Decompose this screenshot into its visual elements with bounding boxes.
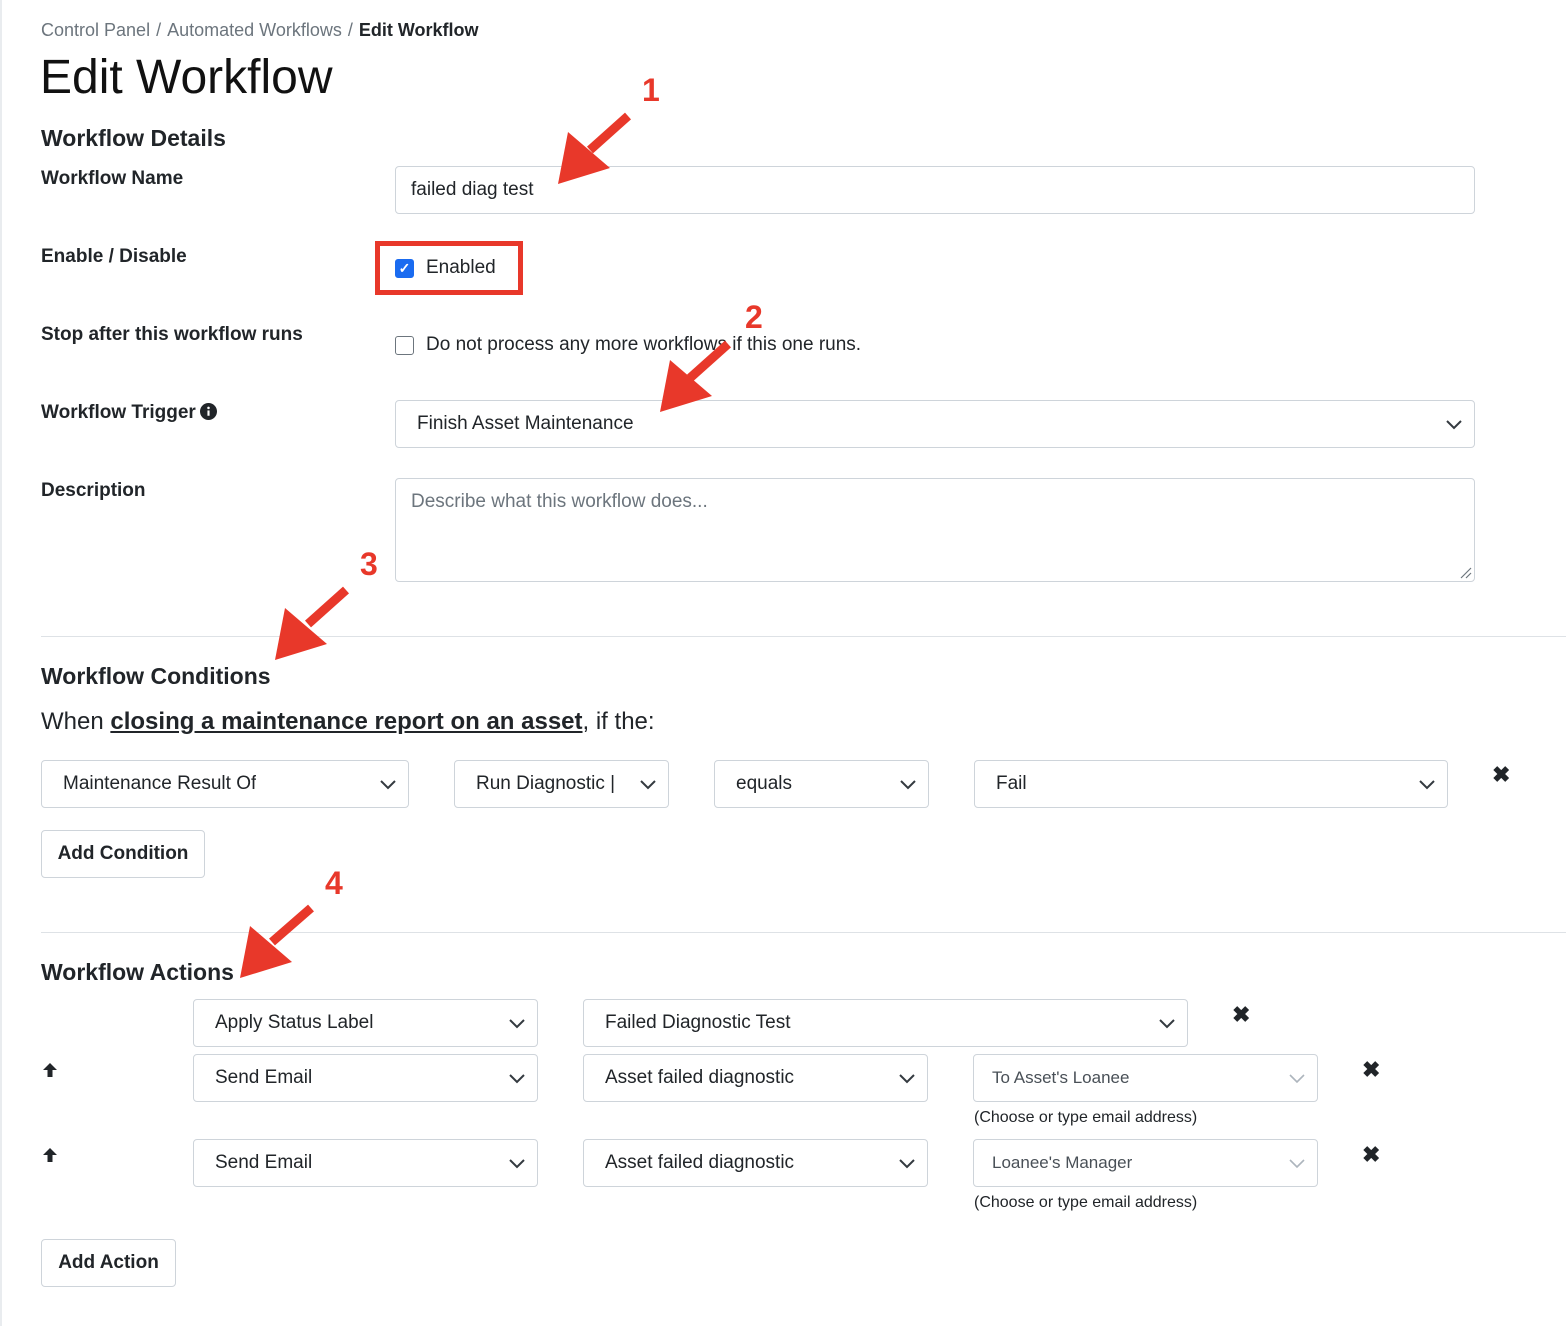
workflow-trigger-select[interactable]: Finish Asset Maintenance: [395, 400, 1475, 448]
chevron-down-icon: [899, 1074, 915, 1084]
trigger-description-link[interactable]: closing a maintenance report on an asset: [110, 708, 582, 735]
condition-field-select[interactable]: Maintenance Result Of: [41, 760, 409, 808]
condition-value-value: Fail: [996, 773, 1027, 794]
chevron-down-icon: [1446, 420, 1462, 430]
remove-action-close-icon[interactable]: ✖: [1362, 1059, 1380, 1081]
annotation-number-2: 2: [745, 299, 763, 335]
condition-summary-prefix: When: [41, 708, 111, 735]
breadcrumb-control-panel[interactable]: Control Panel: [41, 20, 150, 40]
action-email-template-select[interactable]: Asset failed diagnostic: [583, 1054, 928, 1102]
stop-after-option: Do not process any more workflows if thi…: [395, 334, 861, 356]
remove-action-close-icon[interactable]: ✖: [1362, 1144, 1380, 1166]
chevron-down-icon: [1159, 1019, 1175, 1029]
section-divider: [41, 636, 1566, 637]
stop-after-checkbox-label[interactable]: Do not process any more workflows if thi…: [426, 334, 861, 356]
action-email-template-value: Asset failed diagnostic: [605, 1067, 795, 1088]
action-type-select[interactable]: Send Email: [193, 1139, 538, 1187]
action-status-label-value: Failed Diagnostic Test: [605, 1012, 791, 1033]
breadcrumb-current: Edit Workflow: [358, 20, 479, 40]
chevron-down-icon: [380, 780, 396, 790]
add-condition-button[interactable]: Add Condition: [41, 830, 205, 878]
annotation-arrow-3-head: [275, 608, 327, 660]
checkmark-icon: ✓: [398, 259, 411, 276]
stop-after-label: Stop after this workflow runs: [41, 324, 303, 345]
page-title: Edit Workflow: [40, 51, 333, 104]
page-left-edge: [0, 0, 2, 1326]
chevron-down-icon: [899, 1159, 915, 1169]
recipient-help-text: (Choose or type email address): [974, 1109, 1198, 1126]
condition-value-select[interactable]: Fail: [974, 760, 1448, 808]
condition-summary-suffix: , if the:: [582, 708, 655, 735]
action-type-select[interactable]: Apply Status Label: [193, 999, 538, 1047]
recipient-help-text: (Choose or type email address): [974, 1194, 1198, 1211]
condition-subfield-select[interactable]: Run Diagnostic |: [454, 760, 669, 808]
info-icon[interactable]: [199, 403, 217, 420]
action-status-label-select[interactable]: Failed Diagnostic Test: [583, 999, 1188, 1047]
annotation-arrow-3: [304, 586, 350, 628]
condition-operator-select[interactable]: equals: [714, 760, 929, 808]
condition-subfield-value: Run Diagnostic |: [476, 773, 616, 794]
annotation-number-4: 4: [325, 865, 343, 901]
action-recipient-select[interactable]: Loanee's Manager: [973, 1139, 1318, 1187]
remove-condition-close-icon[interactable]: ✖: [1492, 764, 1510, 786]
stop-after-checkbox[interactable]: [395, 335, 414, 355]
breadcrumb-automated-workflows[interactable]: Automated Workflows: [167, 20, 342, 40]
condition-field-value: Maintenance Result Of: [63, 773, 257, 794]
section-divider: [41, 932, 1566, 933]
move-up-arrow-up-icon[interactable]: [41, 1061, 59, 1079]
workflow-actions-heading: Workflow Actions: [41, 959, 234, 985]
workflow-trigger-label: Workflow Trigger: [41, 402, 217, 424]
workflow-trigger-value: Finish Asset Maintenance: [417, 413, 634, 434]
action-type-value: Apply Status Label: [215, 1012, 374, 1033]
breadcrumb-separator: /: [347, 20, 353, 40]
chevron-down-icon: [1289, 1074, 1305, 1084]
enabled-checkbox[interactable]: ✓: [395, 258, 414, 278]
annotation-number-3: 3: [360, 546, 378, 582]
chevron-down-icon: [509, 1074, 525, 1084]
chevron-down-icon: [509, 1159, 525, 1169]
chevron-down-icon: [900, 780, 916, 790]
chevron-down-icon: [1289, 1159, 1305, 1169]
annotation-arrow-4-head: [240, 926, 292, 978]
action-recipient-select[interactable]: To Asset's Loanee: [973, 1054, 1318, 1102]
condition-operator-value: equals: [736, 773, 792, 794]
description-placeholder: Describe what this workflow does...: [411, 491, 708, 512]
annotation-arrow-4: [269, 904, 314, 946]
enabled-checkbox-label[interactable]: Enabled: [426, 257, 496, 279]
enable-disable-label: Enable / Disable: [41, 246, 187, 267]
action-email-template-value: Asset failed diagnostic: [605, 1152, 795, 1173]
workflow-conditions-heading: Workflow Conditions: [41, 663, 271, 689]
enabled-checkbox-highlight: ✓ Enabled: [375, 241, 523, 295]
remove-action-close-icon[interactable]: ✖: [1232, 1004, 1250, 1026]
action-type-value: Send Email: [215, 1067, 313, 1088]
breadcrumb: Control Panel / Automated Workflows / Edit W…: [41, 20, 479, 41]
chevron-down-icon: [640, 780, 656, 790]
resize-grip-icon[interactable]: [1458, 565, 1472, 579]
action-type-value: Send Email: [215, 1152, 313, 1173]
breadcrumb-separator: /: [156, 20, 162, 40]
move-up-arrow-up-icon[interactable]: [41, 1146, 59, 1164]
workflow-trigger-label-text: Workflow Trigger: [41, 402, 196, 423]
action-email-template-select[interactable]: Asset failed diagnostic: [583, 1139, 928, 1187]
annotation-number-1: 1: [642, 72, 660, 108]
description-textarea[interactable]: Describe what this workflow does...: [395, 478, 1475, 582]
workflow-details-heading: Workflow Details: [41, 125, 226, 151]
action-recipient-value: To Asset's Loanee: [992, 1068, 1130, 1087]
workflow-name-label: Workflow Name: [41, 168, 184, 189]
annotation-arrow-1: [586, 112, 632, 154]
chevron-down-icon: [1419, 780, 1435, 790]
action-recipient-value: Loanee's Manager: [992, 1153, 1133, 1172]
condition-summary: When closing a maintenance report on an …: [41, 708, 655, 736]
add-action-button[interactable]: Add Action: [41, 1239, 176, 1287]
description-label: Description: [41, 480, 146, 501]
action-type-select[interactable]: Send Email: [193, 1054, 538, 1102]
chevron-down-icon: [509, 1019, 525, 1029]
workflow-name-input[interactable]: [395, 166, 1475, 214]
